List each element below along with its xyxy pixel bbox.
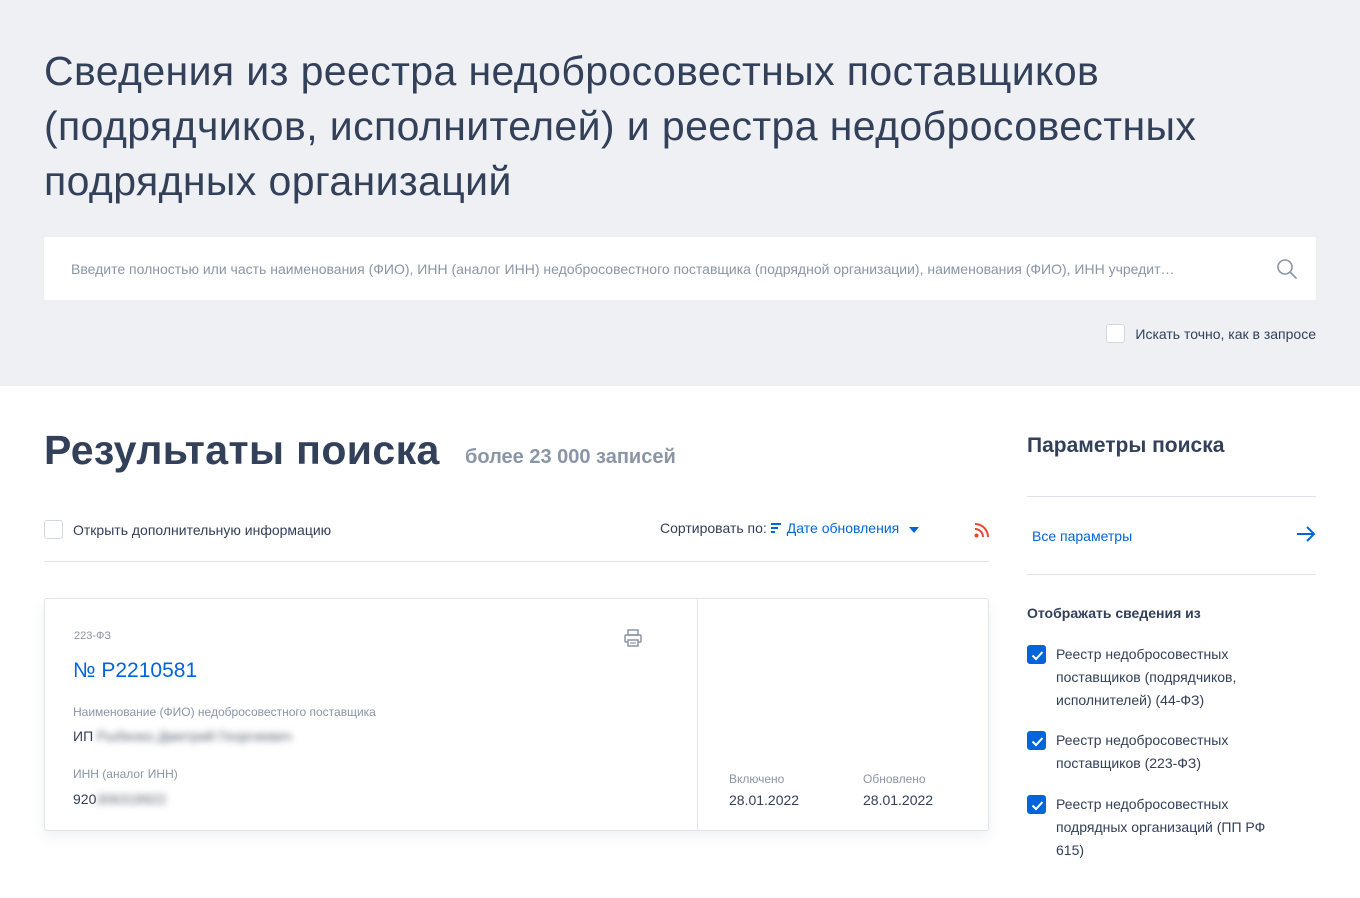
extra-info-checkbox[interactable] bbox=[44, 520, 63, 539]
inn-hidden: 306318922 bbox=[96, 791, 167, 807]
sort-order-icon[interactable] bbox=[770, 520, 781, 536]
results-divider bbox=[44, 561, 989, 562]
params-divider-top bbox=[1027, 496, 1316, 497]
extra-info-option[interactable]: Открыть дополнительную информацию bbox=[44, 520, 331, 539]
registry-option-label: Реестр недобросовестных подрядных органи… bbox=[1056, 796, 1266, 858]
inn-label: ИНН (аналог ИНН) bbox=[73, 767, 178, 781]
sort-label: Сортировать по: bbox=[660, 520, 767, 536]
result-card: 223-ФЗ № Р2210581 Наименование (ФИО) нед… bbox=[44, 598, 989, 831]
registry-checkbox-pp615[interactable] bbox=[1027, 795, 1046, 814]
registry-checkbox-223fz[interactable] bbox=[1027, 731, 1046, 750]
included-label: Включено bbox=[729, 772, 785, 786]
exact-search-checkbox[interactable] bbox=[1106, 324, 1126, 343]
params-divider-bottom bbox=[1027, 574, 1316, 575]
supplier-name-label: Наименование (ФИО) недобросовестного пос… bbox=[73, 705, 376, 719]
arrow-right-icon[interactable] bbox=[1296, 525, 1316, 547]
all-params-label: Все параметры bbox=[1032, 528, 1133, 544]
registry-option-label: Реестр недобросовестных поставщиков (под… bbox=[1056, 646, 1237, 708]
registry-option-44fz[interactable]: Реестр недобросовестных поставщиков (под… bbox=[1027, 643, 1287, 712]
updated-label: Обновлено bbox=[863, 772, 926, 786]
registry-number-link[interactable]: № Р2210581 bbox=[73, 657, 197, 685]
supplier-name: ИП Рыбенко Дмитрий Георгиевич bbox=[73, 728, 292, 744]
search-box bbox=[44, 237, 1316, 300]
rss-icon[interactable] bbox=[974, 522, 990, 543]
all-params-link[interactable]: Все параметры bbox=[1027, 516, 1316, 556]
chevron-down-icon[interactable] bbox=[909, 520, 920, 536]
supplier-name-prefix: ИП bbox=[73, 728, 94, 744]
registry-option-label: Реестр недобросовестных поставщиков (223… bbox=[1056, 732, 1229, 771]
supplier-name-hidden: Рыбенко Дмитрий Георгиевич bbox=[97, 728, 292, 744]
print-icon[interactable] bbox=[623, 628, 643, 653]
result-card-main: 223-ФЗ № Р2210581 Наименование (ФИО) нед… bbox=[45, 599, 698, 830]
exact-search-label: Искать точно, как в запросе bbox=[1135, 325, 1316, 342]
exact-search-option[interactable]: Искать точно, как в запросе bbox=[1106, 324, 1316, 343]
inn-prefix: 920 bbox=[73, 791, 97, 807]
search-icon[interactable] bbox=[1276, 258, 1298, 280]
search-header: Сведения из реестра недобросовестных пос… bbox=[0, 0, 1360, 386]
sort-control[interactable]: Сортировать по: Дате обновления bbox=[660, 520, 920, 536]
show-from-heading: Отображать сведения из bbox=[1027, 605, 1201, 621]
params-title: Параметры поиска bbox=[1027, 434, 1225, 457]
law-tag: 223-ФЗ bbox=[74, 630, 112, 642]
updated-date: 28.01.2022 bbox=[863, 792, 934, 808]
extra-info-label: Открыть дополнительную информацию bbox=[73, 521, 332, 538]
page-title: Сведения из реестра недобросовестных пос… bbox=[44, 48, 1197, 204]
registry-checkbox-44fz[interactable] bbox=[1027, 645, 1046, 664]
search-input[interactable] bbox=[71, 237, 1261, 300]
sort-value[interactable]: Дате обновления bbox=[787, 520, 899, 536]
inn-value: 920306318922 bbox=[73, 791, 166, 807]
registry-option-pp615[interactable]: Реестр недобросовестных подрядных органи… bbox=[1027, 793, 1287, 862]
results-count: более 23 000 записей bbox=[465, 446, 676, 468]
registry-option-223fz[interactable]: Реестр недобросовестных поставщиков (223… bbox=[1027, 729, 1287, 775]
included-date: 28.01.2022 bbox=[729, 792, 800, 808]
results-title: Результаты поиска bbox=[44, 427, 440, 473]
